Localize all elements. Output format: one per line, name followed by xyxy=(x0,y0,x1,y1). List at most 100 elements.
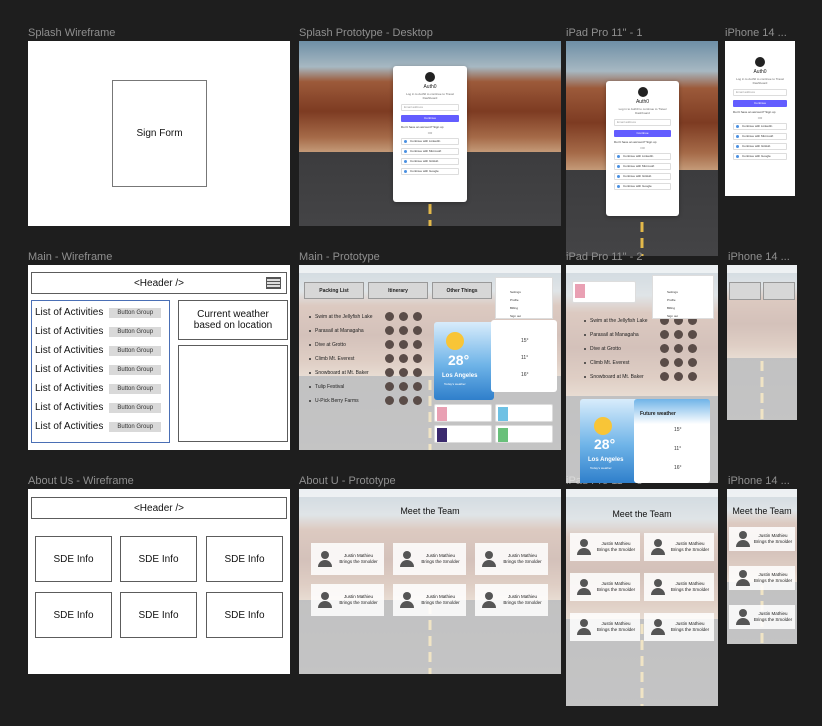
action-icon[interactable] xyxy=(385,396,394,405)
button-group[interactable]: Button Group xyxy=(109,383,162,394)
action-icon[interactable] xyxy=(688,372,697,381)
menu-item-settings[interactable]: Settings xyxy=(667,290,678,294)
google-button[interactable]: Continue with Google xyxy=(401,168,459,175)
action-icon[interactable] xyxy=(385,368,394,377)
github-button[interactable]: Continue with GitHub xyxy=(614,173,671,180)
user-dropdown-menu: Settings Profile Billing Sign out xyxy=(495,277,553,319)
action-icon[interactable] xyxy=(413,326,422,335)
menu-item-signout[interactable]: Sign out xyxy=(510,314,521,318)
event-card[interactable] xyxy=(572,281,636,303)
linkedin-button[interactable]: Continue with LinkedIn xyxy=(401,138,459,145)
action-icon[interactable] xyxy=(413,396,422,405)
github-button[interactable]: Continue with GitHub xyxy=(401,158,459,165)
linkedin-button[interactable]: Continue with LinkedIn xyxy=(733,123,787,130)
action-icon[interactable] xyxy=(674,358,683,367)
action-icon[interactable] xyxy=(385,326,394,335)
weather-label: Current weather based on location xyxy=(193,309,273,331)
event-card[interactable] xyxy=(434,425,492,443)
action-icon[interactable] xyxy=(413,312,422,321)
signup-link[interactable]: Don't have an account? Sign up xyxy=(733,110,787,114)
email-field[interactable]: Email address xyxy=(614,119,671,126)
button-group[interactable]: Button Group xyxy=(109,421,162,432)
signup-link[interactable]: Don't have an account? Sign up xyxy=(401,125,459,129)
forecast-temp: 15° xyxy=(521,338,529,344)
action-icon[interactable] xyxy=(660,372,669,381)
tab-button[interactable] xyxy=(763,282,795,300)
event-card[interactable] xyxy=(434,404,492,422)
button-group[interactable]: Button Group xyxy=(109,326,162,337)
action-icon[interactable] xyxy=(385,340,394,349)
button-group[interactable]: Button Group xyxy=(109,345,162,356)
continue-button[interactable]: Continue xyxy=(401,115,459,122)
team-member-card: Justin Mathieu Brings the Smolder xyxy=(729,566,795,590)
microsoft-button[interactable]: Continue with Microsoft xyxy=(614,163,671,170)
menu-item-billing[interactable]: Billing xyxy=(510,306,518,310)
menu-item-billing[interactable]: Billing xyxy=(667,306,675,310)
frame-label-ipad-1[interactable]: iPad Pro 11" - 1 xyxy=(566,27,642,39)
action-icon[interactable] xyxy=(399,396,408,405)
current-weather-card: 28° Los Angeles Today's weather xyxy=(434,322,494,400)
action-icon[interactable] xyxy=(413,354,422,363)
future-weather-card: Future weather 15° 11° 16° xyxy=(634,399,710,483)
button-group[interactable]: Button Group xyxy=(109,364,162,375)
github-button[interactable]: Continue with GitHub xyxy=(733,143,787,150)
action-icon[interactable] xyxy=(399,312,408,321)
activity-row: List of Activities Button Group xyxy=(35,402,162,413)
action-icon[interactable] xyxy=(674,344,683,353)
button-group[interactable]: Button Group xyxy=(109,402,162,413)
frame-label-main-prototype[interactable]: Main - Prototype xyxy=(299,251,380,263)
microsoft-button[interactable]: Continue with Microsoft xyxy=(401,148,459,155)
action-icon[interactable] xyxy=(385,312,394,321)
linkedin-button[interactable]: Continue with LinkedIn xyxy=(614,153,671,160)
action-icon[interactable] xyxy=(688,344,697,353)
action-icon[interactable] xyxy=(385,354,394,363)
action-icon[interactable] xyxy=(399,382,408,391)
frame-label-iphone-3[interactable]: iPhone 14 ... xyxy=(728,475,798,487)
action-icon[interactable] xyxy=(399,354,408,363)
microsoft-button[interactable]: Continue with Microsoft xyxy=(733,133,787,140)
tab-other-things[interactable]: Other Things xyxy=(432,282,492,299)
action-icon[interactable] xyxy=(660,330,669,339)
email-field[interactable]: Email address xyxy=(733,89,787,96)
action-icon[interactable] xyxy=(674,330,683,339)
action-icon[interactable] xyxy=(660,358,669,367)
action-icon[interactable] xyxy=(674,372,683,381)
tab-packing-list[interactable]: Packing List xyxy=(304,282,364,299)
action-icon[interactable] xyxy=(413,368,422,377)
event-card[interactable] xyxy=(495,404,553,422)
tab-button[interactable] xyxy=(729,282,761,300)
continue-button[interactable]: Continue xyxy=(733,100,787,107)
action-icon[interactable] xyxy=(399,340,408,349)
event-card[interactable] xyxy=(495,425,553,443)
action-icon[interactable] xyxy=(399,326,408,335)
menu-item-profile[interactable]: Profile xyxy=(667,298,676,302)
action-icon[interactable] xyxy=(413,382,422,391)
frame-label-splash-wireframe[interactable]: Splash Wireframe xyxy=(28,27,115,39)
avatar xyxy=(317,592,333,608)
action-icon[interactable] xyxy=(660,344,669,353)
team-member-card: Justin Mathieu Brings the Smolder xyxy=(644,573,714,601)
email-field[interactable]: Email address xyxy=(401,104,459,111)
menu-item-signout[interactable]: Sign out xyxy=(667,314,678,318)
frame-label-main-wireframe[interactable]: Main - Wireframe xyxy=(28,251,112,263)
hamburger-menu-icon[interactable] xyxy=(266,277,281,289)
frame-label-iphone-2[interactable]: iPhone 14 ... xyxy=(728,251,798,263)
frame-label-about-wireframe[interactable]: About Us - Wireframe xyxy=(28,475,134,487)
frame-label-iphone-1[interactable]: iPhone 14 ... xyxy=(725,27,795,39)
button-group[interactable]: Button Group xyxy=(109,307,162,318)
action-icon[interactable] xyxy=(688,358,697,367)
frame-label-splash-prototype[interactable]: Splash Prototype - Desktop xyxy=(299,27,433,39)
google-button[interactable]: Continue with Google xyxy=(614,183,671,190)
action-icon[interactable] xyxy=(413,340,422,349)
frame-label-ipad-2[interactable]: iPad Pro 11" - 2 xyxy=(566,251,642,263)
action-icon[interactable] xyxy=(399,368,408,377)
menu-item-settings[interactable]: Settings xyxy=(510,290,521,294)
signup-link[interactable]: Don't have an account? Sign up xyxy=(614,140,671,144)
tab-itinerary[interactable]: Itinerary xyxy=(368,282,428,299)
continue-button[interactable]: Continue xyxy=(614,130,671,137)
frame-label-about-prototype[interactable]: About U - Prototype xyxy=(299,475,396,487)
menu-item-profile[interactable]: Profile xyxy=(510,298,519,302)
action-icon[interactable] xyxy=(688,330,697,339)
action-icon[interactable] xyxy=(385,382,394,391)
google-button[interactable]: Continue with Google xyxy=(733,153,787,160)
